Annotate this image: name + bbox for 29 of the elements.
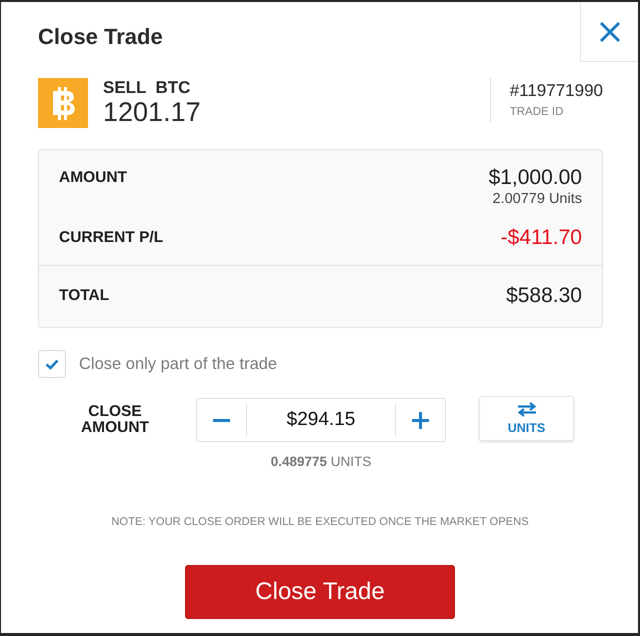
total-label: TOTAL <box>59 286 110 306</box>
units-reading: 0.489775 UNITS <box>270 454 372 470</box>
trade-id: #119771990 <box>510 81 603 101</box>
trade-price: 1201.17 <box>103 97 201 127</box>
close-trade-button[interactable]: Close Trade <box>185 565 455 619</box>
swap-arrows-icon <box>516 402 536 417</box>
summary-value: -$411.70 <box>500 226 582 250</box>
minus-icon <box>213 418 230 422</box>
partial-close-checkbox[interactable] <box>38 350 66 378</box>
trade-symbol: BTC <box>155 78 190 97</box>
checkmark-icon <box>45 358 59 370</box>
close-button[interactable] <box>580 2 638 62</box>
summary-value: $1,000.00 <box>488 166 582 190</box>
trade-side: SELL <box>103 78 146 97</box>
close-icon <box>598 20 620 42</box>
units-toggle-button[interactable]: UNITS <box>479 396 574 441</box>
total-value: $588.30 <box>506 284 582 308</box>
summary-label: CURRENT P/L <box>59 228 164 248</box>
checkbox-label: Close only part of the trade <box>79 354 278 374</box>
market-note: NOTE: YOUR CLOSE ORDER WILL BE EXECUTED ONCE THE MARKET OPENS <box>111 515 529 530</box>
summary-label: AMOUNT <box>59 168 128 188</box>
units-value: 2.00779 Units <box>492 190 582 208</box>
trade-id-label: TRADE ID <box>510 105 564 119</box>
amount-stepper[interactable]: $294.15 <box>196 398 446 442</box>
plus-icon <box>412 412 429 428</box>
dialog-title: Close Trade <box>37 23 163 50</box>
bitcoin-icon <box>38 78 88 128</box>
close-amount-label: CLOSE AMOUNT <box>80 404 149 436</box>
amount-field[interactable]: $294.15 <box>247 399 395 441</box>
